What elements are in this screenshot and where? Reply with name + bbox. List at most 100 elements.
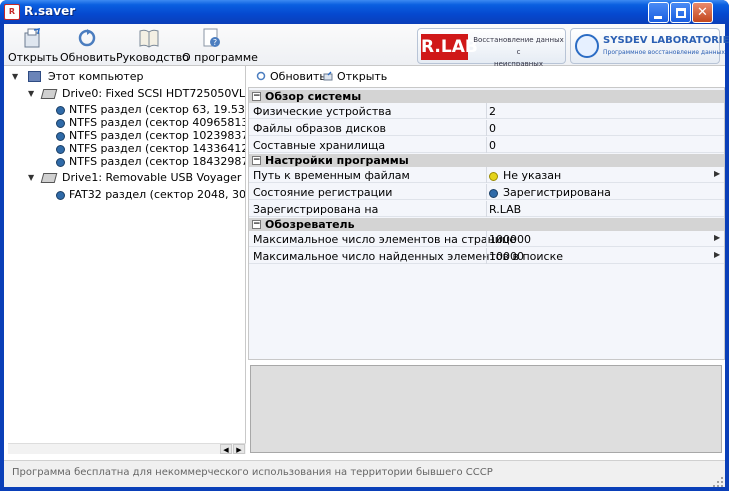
partition-icon <box>56 131 65 141</box>
partition-icon <box>56 157 65 167</box>
collapse-arrow-icon[interactable]: ▼ <box>28 86 34 102</box>
removable-drive-icon <box>40 173 58 183</box>
property-grid: − Обзор системы Физические устройства 2 … <box>248 87 725 360</box>
property-name: Физические устройства <box>253 105 392 118</box>
property-value: 0 <box>489 122 496 135</box>
refresh-label: Обновить <box>60 51 116 64</box>
tree-partition[interactable]: NTFS раздел (сектор 184329873, 377.85Г <box>56 154 245 170</box>
pane-open-button[interactable]: Открыть <box>323 70 387 83</box>
collapse-category-icon[interactable]: − <box>252 156 261 165</box>
expand-arrow-icon[interactable]: ▶ <box>714 250 720 259</box>
main-toolbar: Открыть Обновить Руководство ? О програм… <box>4 24 729 80</box>
tree-partition[interactable]: FAT32 раздел (сектор 2048, 30.24ГБ) <box>56 187 246 203</box>
property-value-text: Зарегистрирована <box>503 186 611 199</box>
sysdev-title: SYSDEV LABORATORIES <box>603 35 729 46</box>
manual-label: Руководство <box>116 51 190 64</box>
manual-button[interactable]: Руководство <box>116 27 190 65</box>
property-value: 100000 <box>489 233 531 246</box>
device-tree: ▼ Этот компьютер ▼ Drive0: Fixed SCSI HD… <box>8 66 246 451</box>
rlab-tagline-line1: Восстановление данных с <box>473 36 564 56</box>
property-value: Зарегистрирована <box>489 186 611 199</box>
sysdev-banner[interactable]: SYSDEV LABORATORIES Программное восстано… <box>570 28 729 64</box>
property-row[interactable]: Состояние регистрации Зарегистрирована <box>249 184 724 200</box>
partition-icon <box>56 118 65 128</box>
refresh-button[interactable]: Обновить <box>60 27 116 65</box>
app-window: R R.saver ✕ Открыть Обновить Руководство… <box>0 0 729 491</box>
property-row[interactable]: Зарегистрирована на R.LAB <box>249 201 724 217</box>
property-row[interactable]: Составные хранилища 0 <box>249 137 724 153</box>
close-button[interactable]: ✕ <box>692 2 713 23</box>
rlab-banner[interactable]: R.LAB Восстановление данных с неисправны… <box>417 28 566 80</box>
property-name: Путь к временным файлам <box>253 169 410 182</box>
refresh-icon <box>256 71 266 81</box>
category-overview[interactable]: − Обзор системы <box>249 90 724 103</box>
collapse-arrow-icon[interactable]: ▼ <box>28 170 34 186</box>
close-icon: ✕ <box>697 5 708 20</box>
property-value-text: Не указан <box>503 169 562 182</box>
category-browser[interactable]: − Обозреватель <box>249 218 724 231</box>
property-value: Не указан <box>489 169 561 182</box>
category-title: Настройки программы <box>265 154 409 167</box>
partition-icon <box>56 190 65 200</box>
collapse-arrow-icon[interactable]: ▼ <box>12 69 18 85</box>
property-name: Зарегистрирована на <box>253 203 379 216</box>
scroll-left-icon[interactable]: ◀ <box>220 444 232 454</box>
partition-icon <box>56 105 65 115</box>
resize-grip-icon[interactable] <box>713 477 723 487</box>
property-value: 2 <box>489 105 496 118</box>
property-row[interactable]: Физические устройства 2 <box>249 103 724 119</box>
status-blue-icon <box>489 188 498 198</box>
property-value: 10000 <box>489 250 524 263</box>
description-panel <box>250 365 722 453</box>
status-bar: Программа бесплатна для некоммерческого … <box>4 460 725 487</box>
drive-label: Drive0: Fixed SCSI HDT725050VLA3 <box>62 87 246 100</box>
about-button[interactable]: ? О программе <box>182 27 258 65</box>
column-divider <box>486 248 487 264</box>
book-icon <box>139 29 159 48</box>
property-name: Составные хранилища <box>253 139 386 152</box>
minimize-icon <box>654 16 662 19</box>
scroll-right-icon[interactable]: ▶ <box>233 444 245 454</box>
properties-toolbar: Обновить Открыть <box>248 66 725 86</box>
property-name: Максимальное число элементов на странице <box>253 233 517 246</box>
tree-root-label: Этот компьютер <box>48 70 144 83</box>
category-settings[interactable]: − Настройки программы <box>249 154 724 167</box>
tree-horizontal-scrollbar[interactable]: ◀ ▶ <box>8 443 246 454</box>
property-row[interactable]: Максимальное число элементов на странице… <box>249 231 724 247</box>
property-row[interactable]: Путь к временным файлам Не указан ▶ <box>249 167 724 183</box>
title-bar[interactable]: R R.saver ✕ <box>0 0 729 24</box>
partition-label: FAT32 раздел (сектор 2048, 30.24ГБ) <box>69 188 246 201</box>
column-divider <box>486 201 487 217</box>
open-label: Открыть <box>8 51 59 64</box>
property-value: 0 <box>489 139 496 152</box>
collapse-category-icon[interactable]: − <box>252 92 261 101</box>
minimize-button[interactable] <box>648 2 669 23</box>
pane-refresh-label: Обновить <box>270 70 326 83</box>
property-row[interactable]: Файлы образов дисков 0 <box>249 120 724 136</box>
svg-text:?: ? <box>213 38 217 47</box>
open-folder-icon <box>24 27 41 48</box>
sysdev-emblem-icon <box>575 34 599 58</box>
maximize-button[interactable] <box>670 2 691 23</box>
category-title: Обозреватель <box>265 218 355 231</box>
expand-arrow-icon[interactable]: ▶ <box>714 169 720 178</box>
refresh-icon <box>78 29 96 47</box>
open-button[interactable]: Открыть <box>8 27 59 65</box>
sysdev-subtitle: Программное восстановление данных <box>603 49 725 56</box>
computer-icon <box>28 71 41 82</box>
property-name: Файлы образов дисков <box>253 122 387 135</box>
column-divider <box>486 120 487 136</box>
category-title: Обзор системы <box>265 90 362 103</box>
rlab-logo: R.LAB <box>421 34 478 60</box>
drive-label: Drive1: Removable USB Voyager GTR <box>62 171 245 184</box>
partition-label: NTFS раздел (сектор 184329873, 377.85Г <box>69 155 245 168</box>
property-row[interactable]: Максимальное число найденных элементов в… <box>249 248 724 264</box>
column-divider <box>486 231 487 247</box>
maximize-icon <box>676 8 686 18</box>
expand-arrow-icon[interactable]: ▶ <box>714 233 720 242</box>
status-text: Программа бесплатна для некоммерческого … <box>12 467 493 478</box>
hard-drive-icon <box>40 89 58 99</box>
collapse-category-icon[interactable]: − <box>252 220 261 229</box>
column-divider <box>486 167 487 183</box>
pane-refresh-button[interactable]: Обновить <box>256 70 326 83</box>
